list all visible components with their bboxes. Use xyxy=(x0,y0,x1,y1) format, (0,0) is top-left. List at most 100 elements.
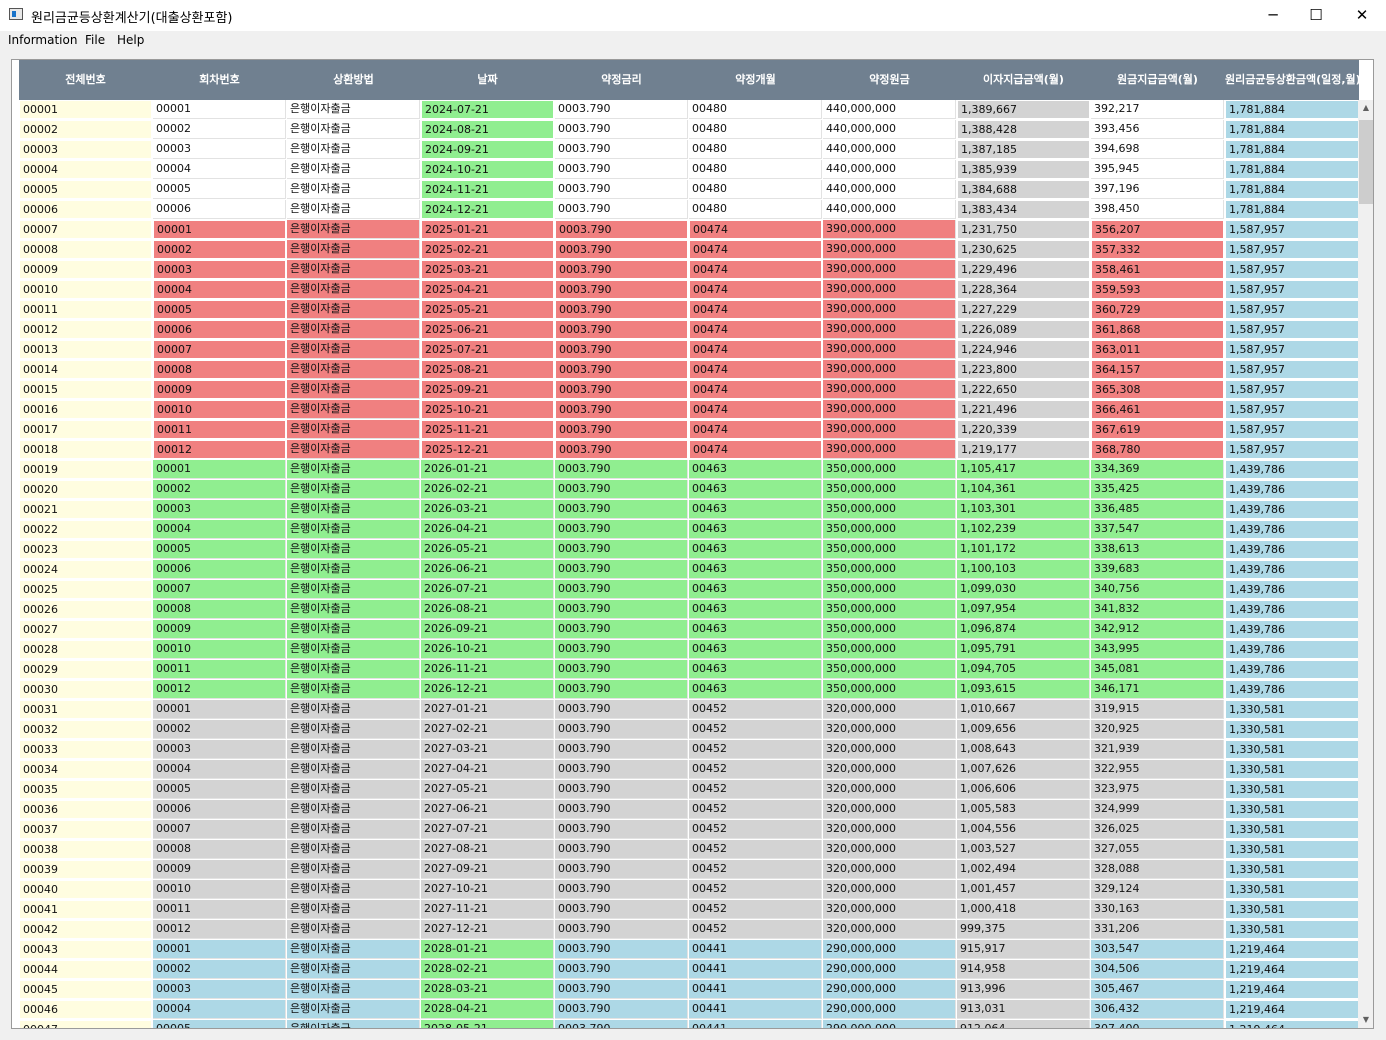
cell-total-no[interactable]: 00009 xyxy=(19,260,152,279)
table-row[interactable]: 00038 00008 은행이자출금 2027-08-21 0003.790 00452 3… xyxy=(19,840,1359,860)
cell-round-no[interactable]: 00007 xyxy=(153,580,286,599)
cell-date[interactable]: 2025-12-21 xyxy=(421,440,554,459)
cell-principal-pay[interactable]: 368,780 xyxy=(1091,440,1224,459)
cell-method[interactable]: 은행이자출금 xyxy=(287,340,420,359)
cell-months[interactable]: 00463 xyxy=(689,560,822,579)
cell-total-pay[interactable]: 1,330,581 xyxy=(1225,900,1359,919)
cell-date[interactable]: 2026-10-21 xyxy=(421,640,554,659)
cell-months[interactable]: 00474 xyxy=(689,260,822,279)
cell-interest[interactable]: 1,226,089 xyxy=(957,320,1090,339)
cell-principal[interactable]: 290,000,000 xyxy=(823,940,956,959)
cell-total-pay[interactable]: 1,439,786 xyxy=(1225,680,1359,699)
cell-date[interactable]: 2027-07-21 xyxy=(421,820,554,839)
cell-interest[interactable]: 1,387,185 xyxy=(957,140,1090,159)
cell-months[interactable]: 00463 xyxy=(689,660,822,679)
cell-method[interactable]: 은행이자출금 xyxy=(287,200,420,219)
cell-rate[interactable]: 0003.790 xyxy=(555,360,688,379)
cell-method[interactable]: 은행이자출금 xyxy=(287,160,420,179)
cell-round-no[interactable]: 00011 xyxy=(153,660,286,679)
cell-principal-pay[interactable]: 322,955 xyxy=(1091,760,1224,779)
cell-interest[interactable]: 1,099,030 xyxy=(957,580,1090,599)
cell-method[interactable]: 은행이자출금 xyxy=(287,860,420,879)
cell-date[interactable]: 2027-08-21 xyxy=(421,840,554,859)
cell-round-no[interactable]: 00003 xyxy=(153,140,286,159)
cell-total-no[interactable]: 00042 xyxy=(19,920,152,939)
cell-interest[interactable]: 1,230,625 xyxy=(957,240,1090,259)
cell-method[interactable]: 은행이자출금 xyxy=(287,620,420,639)
cell-total-no[interactable]: 00031 xyxy=(19,700,152,719)
cell-total-no[interactable]: 00035 xyxy=(19,780,152,799)
cell-round-no[interactable]: 00001 xyxy=(153,940,286,959)
cell-round-no[interactable]: 00001 xyxy=(153,100,286,119)
cell-months[interactable]: 00480 xyxy=(689,120,822,139)
cell-interest[interactable]: 1,002,494 xyxy=(957,860,1090,879)
cell-months[interactable]: 00463 xyxy=(689,620,822,639)
cell-date[interactable]: 2027-12-21 xyxy=(421,920,554,939)
cell-principal-pay[interactable]: 346,171 xyxy=(1091,680,1224,699)
cell-principal-pay[interactable]: 342,912 xyxy=(1091,620,1224,639)
menu-file[interactable]: File xyxy=(85,33,105,47)
cell-months[interactable]: 00452 xyxy=(689,760,822,779)
cell-total-no[interactable]: 00013 xyxy=(19,340,152,359)
cell-method[interactable]: 은행이자출금 xyxy=(287,180,420,199)
table-row[interactable]: 00007 00001 은행이자출금 2025-01-21 0003.790 00474 3… xyxy=(19,220,1359,240)
cell-round-no[interactable]: 00007 xyxy=(153,820,286,839)
table-row[interactable]: 00006 00006 은행이자출금 2024-12-21 0003.790 00480 4… xyxy=(19,200,1359,220)
cell-total-no[interactable]: 00025 xyxy=(19,580,152,599)
cell-principal-pay[interactable]: 323,975 xyxy=(1091,780,1224,799)
cell-round-no[interactable]: 00004 xyxy=(153,520,286,539)
cell-rate[interactable]: 0003.790 xyxy=(555,320,688,339)
cell-date[interactable]: 2026-11-21 xyxy=(421,660,554,679)
cell-interest[interactable]: 1,004,556 xyxy=(957,820,1090,839)
cell-principal[interactable]: 320,000,000 xyxy=(823,860,956,879)
cell-method[interactable]: 은행이자출금 xyxy=(287,360,420,379)
cell-principal-pay[interactable]: 340,756 xyxy=(1091,580,1224,599)
cell-months[interactable]: 00463 xyxy=(689,640,822,659)
cell-round-no[interactable]: 00005 xyxy=(153,540,286,559)
cell-total-no[interactable]: 00021 xyxy=(19,500,152,519)
cell-interest[interactable]: 913,031 xyxy=(957,1000,1090,1019)
cell-months[interactable]: 00474 xyxy=(689,300,822,319)
cell-rate[interactable]: 0003.790 xyxy=(555,920,688,939)
table-row[interactable]: 00013 00007 은행이자출금 2025-07-21 0003.790 00474 3… xyxy=(19,340,1359,360)
cell-rate[interactable]: 0003.790 xyxy=(555,160,688,179)
column-header[interactable]: 상환방법 xyxy=(287,60,420,100)
cell-months[interactable]: 00474 xyxy=(689,440,822,459)
column-header[interactable]: 약정금리 xyxy=(555,60,688,100)
cell-rate[interactable]: 0003.790 xyxy=(555,260,688,279)
cell-total-no[interactable]: 00037 xyxy=(19,820,152,839)
cell-date[interactable]: 2027-05-21 xyxy=(421,780,554,799)
cell-method[interactable]: 은행이자출금 xyxy=(287,740,420,759)
cell-total-no[interactable]: 00022 xyxy=(19,520,152,539)
cell-interest[interactable]: 914,958 xyxy=(957,960,1090,979)
cell-date[interactable]: 2025-08-21 xyxy=(421,360,554,379)
cell-months[interactable]: 00441 xyxy=(689,960,822,979)
cell-principal[interactable]: 290,000,000 xyxy=(823,1000,956,1019)
cell-principal[interactable]: 350,000,000 xyxy=(823,540,956,559)
cell-interest[interactable]: 1,093,615 xyxy=(957,680,1090,699)
cell-round-no[interactable]: 00008 xyxy=(153,360,286,379)
cell-months[interactable]: 00452 xyxy=(689,860,822,879)
column-header[interactable]: 원리금균등상환금액(일정,월) xyxy=(1225,60,1359,100)
cell-total-no[interactable]: 00012 xyxy=(19,320,152,339)
close-button[interactable]: ✕ xyxy=(1339,0,1385,31)
cell-principal[interactable]: 440,000,000 xyxy=(823,180,956,199)
cell-date[interactable]: 2025-10-21 xyxy=(421,400,554,419)
cell-principal[interactable]: 320,000,000 xyxy=(823,920,956,939)
cell-interest[interactable]: 1,100,103 xyxy=(957,560,1090,579)
cell-method[interactable]: 은행이자출금 xyxy=(287,960,420,979)
cell-total-no[interactable]: 00001 xyxy=(19,100,152,119)
table-row[interactable]: 00045 00003 은행이자출금 2028-03-21 0003.790 00441 2… xyxy=(19,980,1359,1000)
table-row[interactable]: 00019 00001 은행이자출금 2026-01-21 0003.790 00463 3… xyxy=(19,460,1359,480)
scroll-down-icon[interactable]: ▼ xyxy=(1358,1012,1373,1028)
cell-total-no[interactable]: 00008 xyxy=(19,240,152,259)
cell-method[interactable]: 은행이자출금 xyxy=(287,1000,420,1019)
cell-interest[interactable]: 1,001,457 xyxy=(957,880,1090,899)
cell-interest[interactable]: 1,094,705 xyxy=(957,660,1090,679)
cell-principal[interactable]: 350,000,000 xyxy=(823,460,956,479)
cell-principal[interactable]: 440,000,000 xyxy=(823,140,956,159)
cell-total-pay[interactable]: 1,587,957 xyxy=(1225,380,1359,399)
cell-principal-pay[interactable]: 338,613 xyxy=(1091,540,1224,559)
cell-total-pay[interactable]: 1,587,957 xyxy=(1225,400,1359,419)
cell-method[interactable]: 은행이자출금 xyxy=(287,240,420,259)
